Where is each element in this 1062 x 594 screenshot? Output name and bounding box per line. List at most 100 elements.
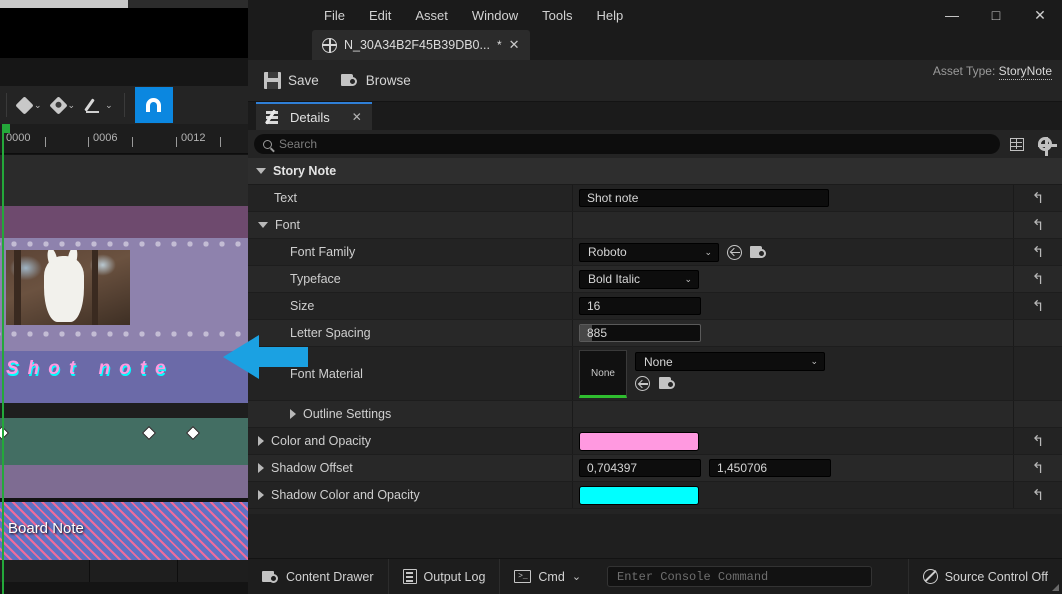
track-row-mauve[interactable]	[0, 465, 248, 498]
property-row-font[interactable]: Font ↰	[248, 212, 1062, 239]
use-selected-asset-icon[interactable]	[727, 245, 742, 260]
font-family-value: Roboto	[588, 245, 627, 259]
close-icon[interactable]: ✕	[352, 110, 362, 124]
color-swatch[interactable]	[579, 432, 699, 451]
snap-toggle-button[interactable]	[135, 87, 173, 123]
cmd-button[interactable]: >_ Cmd ⌄	[500, 559, 595, 594]
property-row-size[interactable]: Size 16 ↰	[248, 293, 1062, 320]
search-input[interactable]: Search	[254, 134, 1000, 154]
close-button[interactable]: ✕	[1018, 0, 1062, 30]
chevron-down-icon[interactable]: ⌄	[105, 100, 113, 111]
keyframe-tangent-button[interactable]: ⌄	[47, 90, 81, 120]
property-row-typeface[interactable]: Typeface Bold Italic ⌄ ↰	[248, 266, 1062, 293]
category-header-story-note[interactable]: Story Note	[248, 158, 1062, 185]
browse-asset-icon[interactable]	[750, 245, 768, 260]
asset-type-value[interactable]: StoryNote	[999, 64, 1052, 80]
font-family-dropdown[interactable]: Roboto ⌄	[579, 243, 719, 262]
typeface-dropdown[interactable]: Bold Italic ⌄	[579, 270, 699, 289]
ruler-tick-mark	[220, 137, 221, 147]
chevron-down-icon[interactable]: ⌄	[34, 100, 42, 111]
content-drawer-label: Content Drawer	[286, 570, 374, 584]
keyframe-marker[interactable]	[186, 426, 200, 440]
horizontal-scrollbar-track[interactable]	[0, 0, 248, 8]
text-input[interactable]: Shot note	[579, 189, 829, 207]
shadow-color-swatch[interactable]	[579, 486, 699, 505]
shadow-offset-y-input[interactable]: 1,450706	[709, 459, 831, 477]
maximize-button[interactable]: □	[974, 0, 1018, 30]
reset-button[interactable]: ↰	[1014, 212, 1062, 238]
status-bar: Content Drawer Output Log >_ Cmd ⌄ Enter…	[248, 558, 1062, 594]
reset-button[interactable]: ↰	[1014, 428, 1062, 454]
reset-button[interactable]: ↰	[1014, 482, 1062, 508]
property-row-text[interactable]: Text Shot note ↰	[248, 185, 1062, 212]
output-log-button[interactable]: Output Log	[389, 559, 501, 594]
chevron-right-icon[interactable]	[258, 436, 264, 446]
property-row-outline-settings[interactable]: Outline Settings	[248, 401, 1062, 428]
material-thumbnail[interactable]: None	[579, 350, 627, 398]
chevron-down-icon[interactable]: ⌄	[68, 100, 76, 111]
timeline-ruler[interactable]: 0000 0006 0012	[0, 124, 248, 154]
track-row-shot-note[interactable]: Shot note	[0, 351, 248, 403]
resize-grip[interactable]	[1052, 584, 1059, 591]
horizontal-scrollbar-thumb[interactable]	[0, 0, 128, 8]
reset-button[interactable]: ↰	[1014, 266, 1062, 292]
playhead-line[interactable]	[2, 124, 4, 594]
viewport-black-area	[0, 8, 248, 58]
close-icon[interactable]: ✕	[509, 37, 520, 53]
save-button[interactable]: Save	[264, 72, 319, 89]
property-row-shadow-color-and-opacity[interactable]: Shadow Color and Opacity ↰	[248, 482, 1062, 509]
content-drawer-button[interactable]: Content Drawer	[248, 559, 389, 594]
menu-item-edit[interactable]: Edit	[357, 4, 403, 27]
font-material-dropdown[interactable]: None ⌄	[635, 352, 825, 371]
unsaved-marker: *	[497, 38, 502, 52]
console-command-input[interactable]: Enter Console Command	[607, 566, 872, 587]
chevron-right-icon[interactable]	[258, 490, 264, 500]
reset-button[interactable]: ↰	[1014, 455, 1062, 481]
chevron-down-icon: ⌄	[810, 356, 818, 367]
property-row-font-family[interactable]: Font Family Roboto ⌄ ↰	[248, 239, 1062, 266]
browse-asset-icon[interactable]	[659, 376, 677, 391]
chevron-down-icon[interactable]	[258, 222, 268, 228]
shadow-offset-x-input[interactable]: 0,704397	[579, 459, 701, 477]
chevron-down-icon[interactable]: ⌄	[572, 570, 581, 583]
size-input[interactable]: 16	[579, 297, 701, 315]
keyframe-marker[interactable]	[142, 426, 156, 440]
chevron-down-icon[interactable]	[256, 168, 266, 174]
chevron-down-icon: ⌄	[704, 247, 712, 258]
settings-button[interactable]	[1034, 134, 1056, 154]
tab-details[interactable]: Details ✕	[256, 102, 372, 130]
track-row-empty[interactable]	[0, 155, 248, 206]
chevron-right-icon[interactable]	[290, 409, 296, 419]
minimize-button[interactable]: —	[930, 0, 974, 30]
menu-item-help[interactable]: Help	[584, 4, 635, 27]
menu-item-asset[interactable]: Asset	[403, 4, 460, 27]
property-row-color-and-opacity[interactable]: Color and Opacity ↰	[248, 428, 1062, 455]
sequencer-toolbar: ⌄ ⌄ ⌄	[0, 86, 248, 124]
letter-spacing-input[interactable]: 885	[579, 324, 701, 342]
property-row-letter-spacing[interactable]: Letter Spacing 885	[248, 320, 1062, 347]
browse-button[interactable]: Browse	[341, 73, 411, 88]
track-row-board-note[interactable]: Board Note	[0, 502, 248, 560]
curve-editor-button[interactable]: ⌄	[80, 90, 118, 120]
reset-button[interactable]: ↰	[1014, 185, 1062, 211]
reset-button[interactable]: ↰	[1014, 293, 1062, 319]
menu-item-file[interactable]: File	[312, 4, 357, 27]
property-row-shadow-offset[interactable]: Shadow Offset 0,704397 1,450706 ↰	[248, 455, 1062, 482]
keyframe-interpolation-button[interactable]: ⌄	[13, 90, 47, 120]
column-view-button[interactable]	[1006, 134, 1028, 154]
track-row-shot-plum[interactable]	[0, 206, 248, 238]
asset-tab[interactable]: N_30A34B2F45B39DB0... * ✕	[312, 30, 530, 60]
track-row-filmstrip[interactable]	[0, 238, 248, 351]
source-control-button[interactable]: Source Control Off	[908, 559, 1062, 594]
chevron-right-icon[interactable]	[258, 463, 264, 473]
track-row-spacer	[0, 403, 248, 418]
globe-icon	[322, 38, 337, 53]
use-selected-asset-icon[interactable]	[635, 376, 650, 391]
menu-item-window[interactable]: Window	[460, 4, 530, 27]
reset-button[interactable]: ↰	[1014, 239, 1062, 265]
property-row-font-material[interactable]: Font Material None None ⌄	[248, 347, 1062, 401]
menu-item-tools[interactable]: Tools	[530, 4, 584, 27]
panel-tab-bar: Details ✕	[248, 102, 1062, 130]
reset-placeholder	[1014, 401, 1062, 427]
track-row-teal[interactable]	[0, 418, 248, 465]
